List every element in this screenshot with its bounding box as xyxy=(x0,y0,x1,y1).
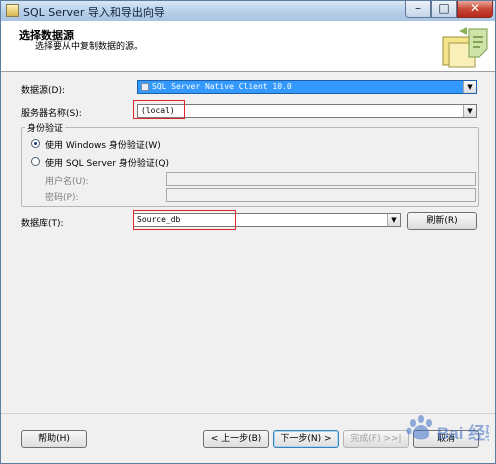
help-button[interactable]: 帮助(H) xyxy=(21,430,87,448)
wizard-header: 选择数据源 选择要从中复制数据的源。 xyxy=(1,21,495,72)
data-source-label: 数据源(D): xyxy=(21,86,65,96)
server-name-combobox[interactable]: (local) ▼ xyxy=(137,104,477,118)
watermark-text: Bai 经验 xyxy=(437,423,489,443)
baidu-watermark-logo: Bai 经验 xyxy=(406,415,489,443)
data-source-combobox[interactable]: SQL Server Native Client 10.0 ▼ xyxy=(137,80,477,94)
data-source-value: SQL Server Native Client 10.0 xyxy=(152,82,292,91)
page-subtitle: 选择要从中复制数据的源。 xyxy=(35,42,144,52)
database-label: 数据库(T): xyxy=(21,219,64,229)
wizard-header-icon xyxy=(442,27,488,68)
window-title: SQL Server 导入和导出向导 xyxy=(23,6,165,19)
chevron-down-icon[interactable]: ▼ xyxy=(387,214,400,226)
server-name-label: 服务器名称(S): xyxy=(21,109,82,119)
auth-sql-label[interactable]: 使用 SQL Server 身份验证(Q) xyxy=(45,156,169,169)
auth-group-title: 身份验证 xyxy=(25,121,66,134)
highlight-box-server xyxy=(133,100,185,119)
maximize-button[interactable]: □ xyxy=(431,1,457,18)
title-bar[interactable]: SQL Server 导入和导出向导 – □ ✕ xyxy=(1,1,495,21)
database-icon xyxy=(141,83,149,91)
wizard-window: SQL Server 导入和导出向导 – □ ✕ 选择数据源 选择要从中复制数据… xyxy=(0,0,496,464)
chevron-down-icon[interactable]: ▼ xyxy=(463,105,476,117)
username-field[interactable] xyxy=(166,172,476,186)
auth-windows-label[interactable]: 使用 Windows 身份验证(W) xyxy=(45,138,161,151)
password-label: 密码(P): xyxy=(45,193,79,203)
minimize-button[interactable]: – xyxy=(405,1,431,18)
next-button[interactable]: 下一步(N) > xyxy=(273,430,339,448)
auth-sql-radio[interactable] xyxy=(31,157,40,166)
chevron-down-icon[interactable]: ▼ xyxy=(463,81,476,93)
password-field[interactable] xyxy=(166,188,476,202)
username-label: 用户名(U): xyxy=(45,177,89,187)
back-button[interactable]: < 上一步(B) xyxy=(203,430,269,448)
close-button[interactable]: ✕ xyxy=(457,1,493,18)
highlight-box-database xyxy=(133,210,236,230)
app-icon xyxy=(6,4,19,17)
auth-windows-radio[interactable] xyxy=(31,139,40,148)
refresh-button[interactable]: 刷新(R) xyxy=(407,212,477,230)
